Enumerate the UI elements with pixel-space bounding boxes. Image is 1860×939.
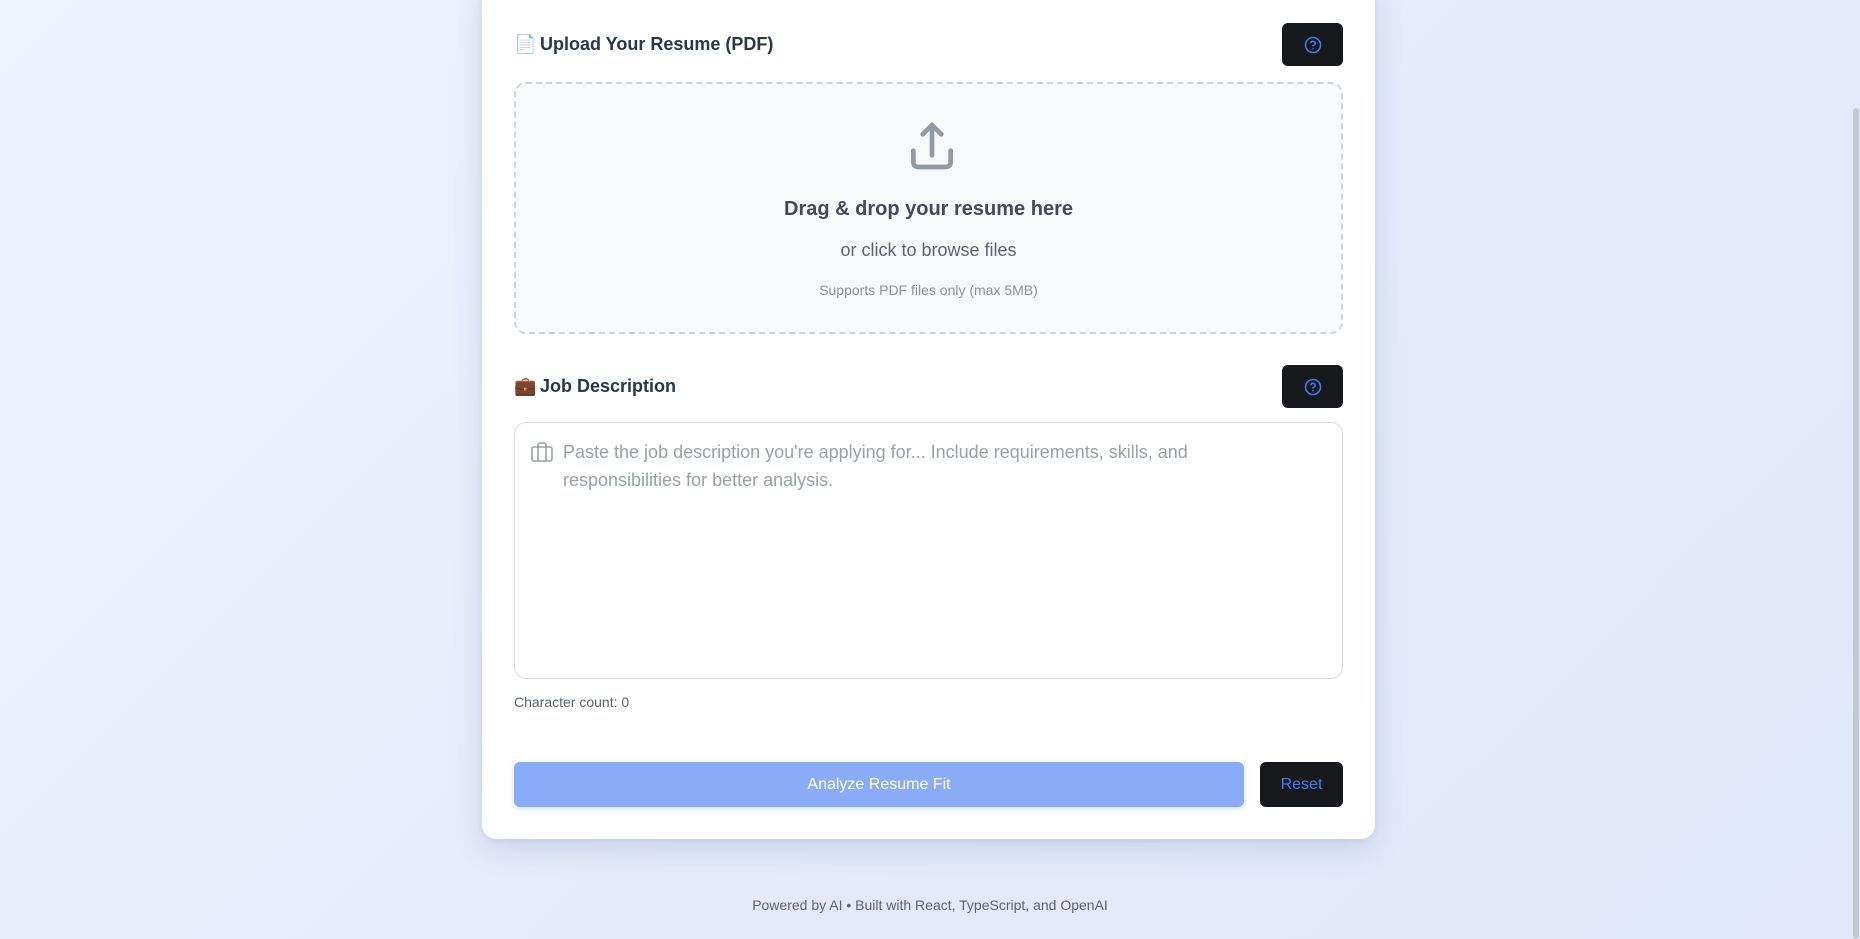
document-emoji-icon: 📄 — [514, 34, 537, 54]
upload-title-text: Upload Your Resume (PDF) — [540, 34, 774, 54]
character-count: Character count: 0 — [514, 694, 630, 710]
upload-help-button[interactable] — [1282, 23, 1343, 66]
upload-section-header: 📄 Upload Your Resume (PDF) — [514, 23, 1343, 66]
job-description-placeholder: Paste the job description you're applyin… — [563, 442, 1188, 490]
job-description-textarea[interactable]: Paste the job description you're applyin… — [514, 422, 1343, 679]
help-circle-icon — [1304, 378, 1321, 395]
reset-button[interactable]: Reset — [1260, 762, 1343, 807]
briefcase-icon — [531, 442, 553, 462]
job-section-title: 💼 Job Description — [514, 376, 676, 397]
job-help-button[interactable] — [1282, 365, 1343, 408]
analyzer-card: 📄 Upload Your Resume (PDF) Drag & drop y… — [482, 0, 1375, 839]
job-title-text: Job Description — [540, 376, 677, 396]
resume-dropzone[interactable]: Drag & drop your resume here or click to… — [514, 82, 1343, 334]
upload-icon — [911, 122, 953, 170]
dropzone-note: Supports PDF files only (max 5MB) — [819, 282, 1038, 298]
upload-section-title: 📄 Upload Your Resume (PDF) — [514, 34, 773, 55]
briefcase-emoji-icon: 💼 — [514, 376, 537, 396]
dropzone-title: Drag & drop your resume here — [784, 198, 1073, 220]
job-section-header: 💼 Job Description — [514, 365, 1343, 408]
footer-text: Powered by AI • Built with React, TypeSc… — [752, 897, 1108, 913]
help-circle-icon — [1304, 36, 1321, 53]
scrollbar-thumb[interactable] — [1853, 108, 1859, 939]
dropzone-subtitle: or click to browse files — [840, 240, 1017, 260]
analyze-resume-button[interactable]: Analyze Resume Fit — [514, 762, 1244, 807]
page-scrollbar[interactable] — [1849, 0, 1860, 939]
